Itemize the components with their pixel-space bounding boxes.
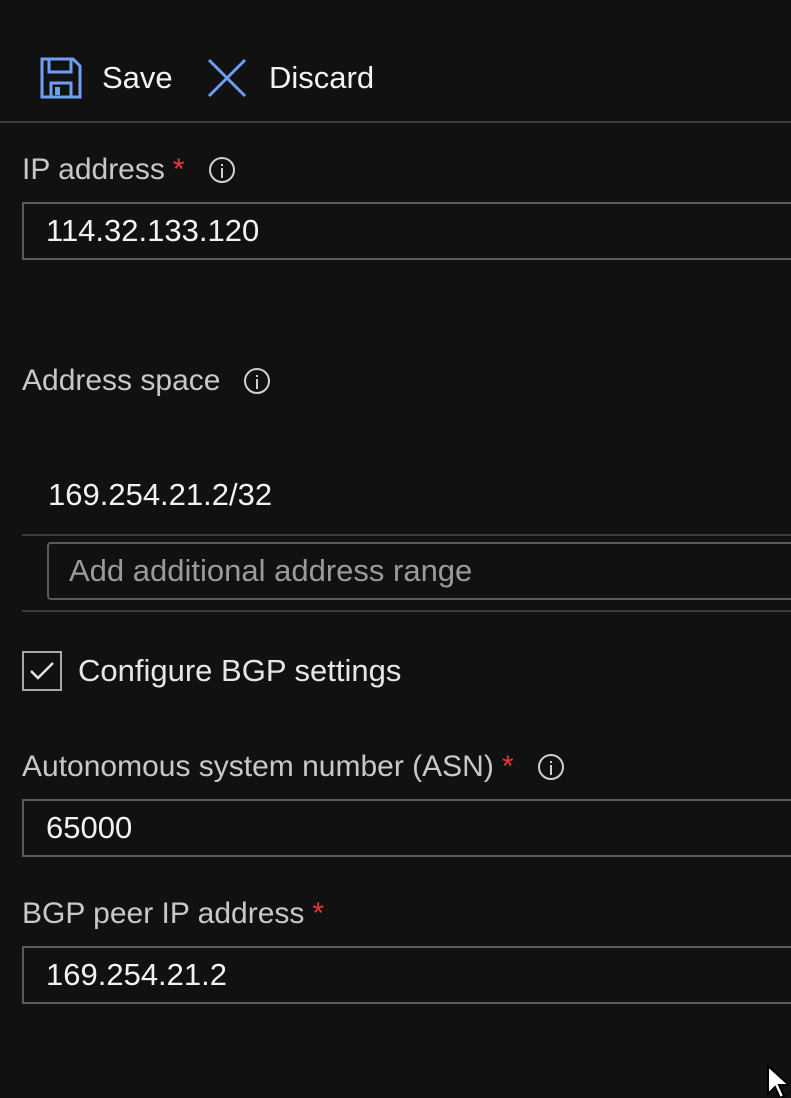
- address-range-row[interactable]: 169.254.21.2/32: [22, 460, 791, 536]
- info-icon[interactable]: [208, 157, 235, 183]
- required-marker: *: [312, 897, 325, 930]
- mouse-pointer-icon: [767, 1064, 791, 1098]
- close-icon: [207, 58, 247, 98]
- command-bar: Save Discard: [0, 0, 791, 123]
- floppy-disk-icon: [40, 57, 82, 99]
- configure-bgp-label: Configure BGP settings: [78, 653, 402, 688]
- address-space-label-row: Address space: [22, 364, 271, 398]
- divider: [22, 610, 791, 612]
- configure-bgp-checkbox[interactable]: [22, 651, 62, 691]
- vpn-connection-settings-panel: Save Discard IP address * 114.32.133.120…: [0, 0, 791, 1098]
- bgp-peer-ip-input[interactable]: 169.254.21.2: [22, 946, 791, 1004]
- discard-button[interactable]: Discard: [205, 52, 374, 104]
- info-icon[interactable]: [244, 368, 271, 394]
- bgp-peer-label-row: BGP peer IP address *: [22, 897, 324, 931]
- configure-bgp-checkbox-row[interactable]: Configure BGP settings: [22, 650, 401, 692]
- ip-address-label: IP address: [22, 153, 165, 186]
- address-range-value: 169.254.21.2/32: [48, 477, 273, 512]
- asn-input[interactable]: 65000: [22, 799, 791, 857]
- save-label: Save: [102, 60, 173, 95]
- save-button[interactable]: Save: [40, 52, 173, 104]
- add-address-range-input[interactable]: Add additional address range: [47, 542, 791, 600]
- checkmark-icon: [30, 662, 54, 680]
- required-marker: *: [172, 153, 185, 186]
- discard-label: Discard: [269, 60, 375, 95]
- ip-address-input[interactable]: 114.32.133.120: [22, 202, 791, 260]
- required-marker: *: [501, 750, 514, 783]
- address-space-label: Address space: [22, 364, 221, 397]
- ip-address-label-row: IP address *: [22, 153, 235, 187]
- asn-label-row: Autonomous system number (ASN) *: [22, 750, 564, 784]
- bgp-peer-label: BGP peer IP address: [22, 897, 305, 930]
- toolbar-divider: [22, 121, 791, 123]
- info-icon[interactable]: [537, 754, 564, 780]
- asn-label: Autonomous system number (ASN): [22, 750, 494, 783]
